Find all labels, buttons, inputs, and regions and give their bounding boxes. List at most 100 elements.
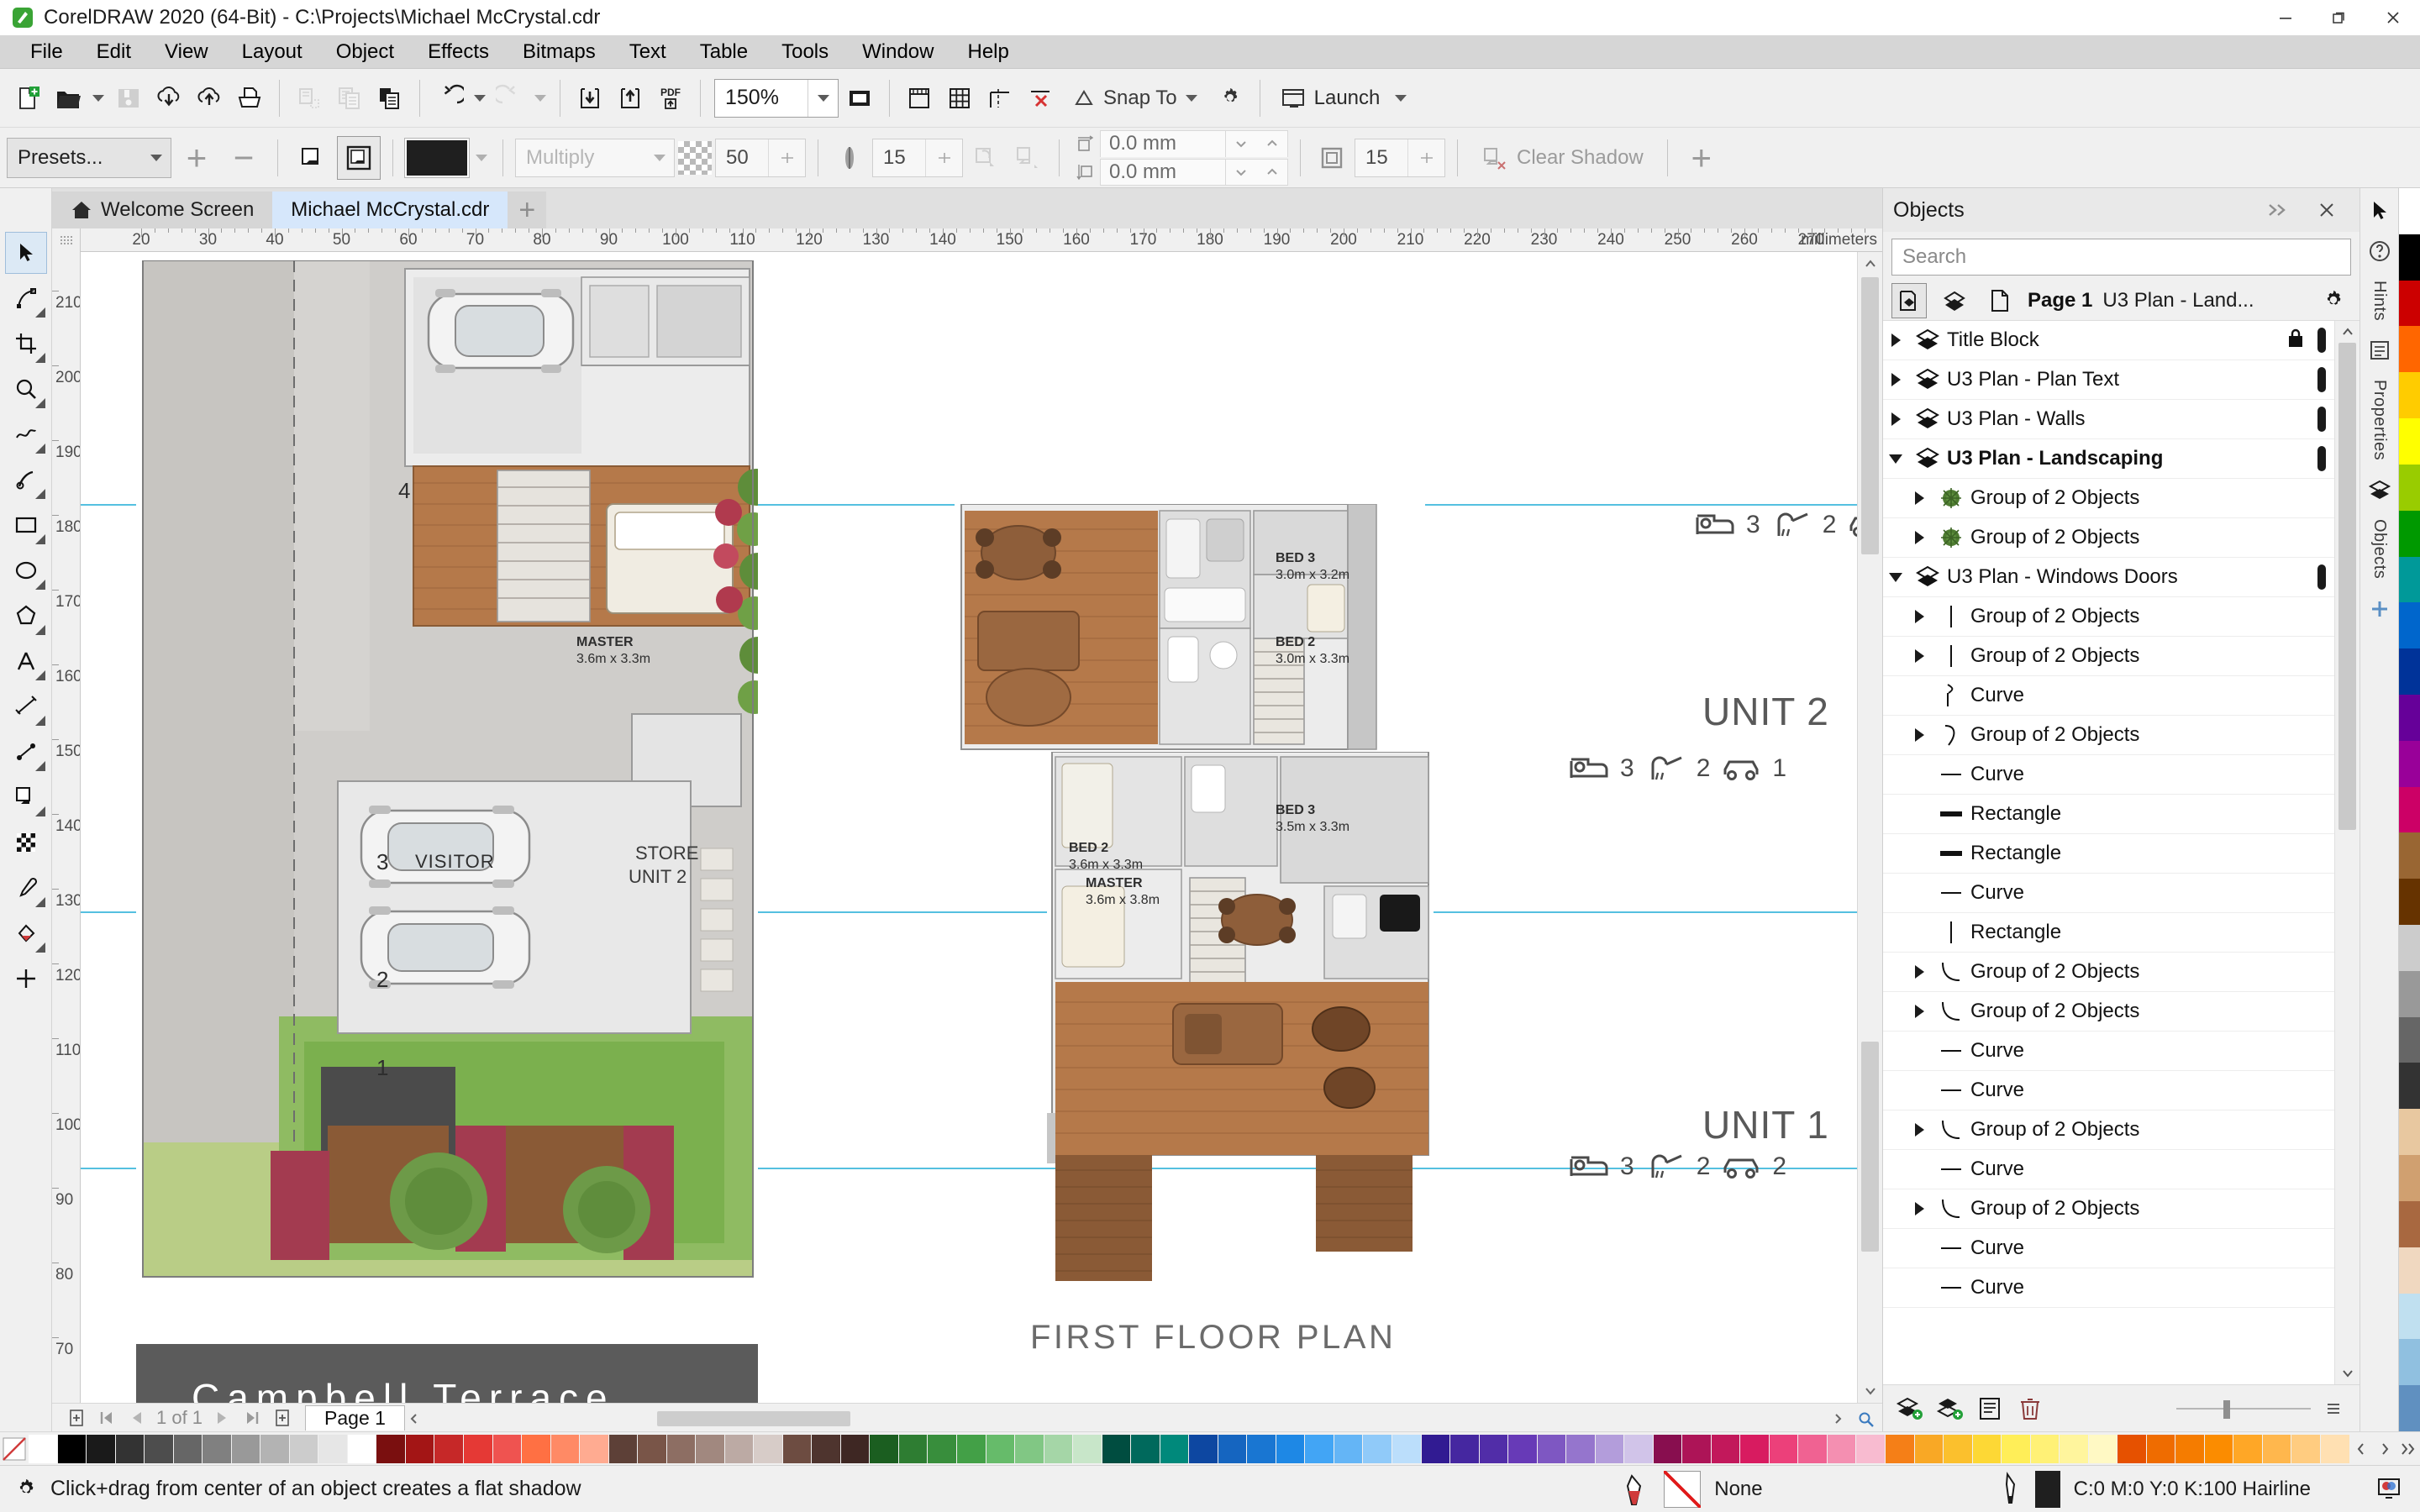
cut-button[interactable] xyxy=(290,76,329,120)
minimize-button[interactable] xyxy=(2259,0,2312,35)
tree-expander-closed[interactable] xyxy=(1907,1123,1932,1137)
palette-color-swatch[interactable] xyxy=(1044,1434,1074,1463)
redo-history-dropdown[interactable] xyxy=(531,76,550,120)
objects-tree-row[interactable]: Curve xyxy=(1883,1071,2334,1110)
palette-color-swatch[interactable] xyxy=(1566,1434,1596,1463)
palette-color-swatch[interactable] xyxy=(1711,1434,1741,1463)
undo-history-dropdown[interactable] xyxy=(471,76,489,120)
shadow-opacity-spinner[interactable] xyxy=(768,139,805,176)
shadow-offset-y-spinner[interactable] xyxy=(1226,158,1288,186)
objects-tree-row[interactable]: Curve xyxy=(1883,1032,2334,1071)
zoom-to-fit-button[interactable] xyxy=(1855,1410,1877,1430)
ruler-origin-button[interactable] xyxy=(52,228,81,252)
shadow-offset-x-spinner[interactable] xyxy=(1226,129,1288,157)
objects-tree-row[interactable]: Curve xyxy=(1883,676,2334,716)
rectangle-tool[interactable] xyxy=(5,504,47,546)
palette-color-swatch[interactable] xyxy=(1131,1434,1160,1463)
vertical-palette-color-swatch[interactable] xyxy=(2399,510,2420,557)
tree-expander-closed[interactable] xyxy=(1907,1005,1932,1018)
tab-michael-mccrystal[interactable]: Michael McCrystal.cdr xyxy=(272,192,508,228)
merge-mode-combo[interactable]: Multiply xyxy=(515,138,675,177)
vertical-palette-color-swatch[interactable] xyxy=(2399,648,2420,695)
vertical-palette-color-swatch[interactable] xyxy=(2399,1155,2420,1201)
vertical-palette-color-swatch[interactable] xyxy=(2399,694,2420,741)
tree-scroll-down-button[interactable] xyxy=(2335,1362,2360,1384)
palette-color-swatch[interactable] xyxy=(434,1434,464,1463)
palette-color-swatch[interactable] xyxy=(1363,1434,1392,1463)
vertical-color-palette[interactable] xyxy=(2398,188,2420,1431)
canvas-horizontal-scrollbar[interactable] xyxy=(405,1408,1882,1428)
vertical-palette-color-swatch[interactable] xyxy=(2399,740,2420,787)
objects-tree-row[interactable]: Curve xyxy=(1883,1229,2334,1268)
chevron-right-icon[interactable] xyxy=(1914,649,1924,663)
full-screen-preview-button[interactable] xyxy=(840,76,879,120)
vertical-ruler[interactable]: 210 200 190 180 170 160 150 140 130 120 110 100 90 80… xyxy=(52,252,81,1403)
properties-icon[interactable] xyxy=(2364,334,2396,366)
tree-expander-closed[interactable] xyxy=(1907,649,1932,663)
paste-button[interactable] xyxy=(371,76,409,120)
docker-options-button[interactable] xyxy=(2316,1391,2351,1426)
palette-color-swatch[interactable] xyxy=(724,1434,755,1463)
vertical-palette-color-swatch[interactable] xyxy=(2399,280,2420,327)
objects-tree-row[interactable]: U3 Plan - Landscaping xyxy=(1883,439,2334,479)
last-page-button[interactable] xyxy=(241,1407,263,1429)
add-docker-icon[interactable] xyxy=(2364,593,2396,625)
palette-color-swatch[interactable] xyxy=(145,1434,174,1463)
new-document-tab-button[interactable]: + xyxy=(508,192,547,228)
shadow-feather-spinner[interactable] xyxy=(925,139,962,176)
delete-layer-button[interactable] xyxy=(2012,1391,2048,1426)
view-grid-button[interactable] xyxy=(940,76,979,120)
palette-color-swatch[interactable] xyxy=(1421,1434,1451,1463)
layer-manager-icon[interactable] xyxy=(1937,283,1972,318)
palette-color-swatch[interactable] xyxy=(1740,1434,1770,1463)
palette-color-swatch[interactable] xyxy=(2030,1434,2060,1463)
shadow-color-swatch[interactable] xyxy=(404,137,470,178)
rectangle-tool-flyout-icon[interactable] xyxy=(34,534,45,544)
eyedropper-tool-flyout-icon[interactable] xyxy=(34,897,45,907)
unit2-floorplan-artwork[interactable] xyxy=(955,504,1425,756)
vertical-palette-color-swatch[interactable] xyxy=(2399,234,2420,281)
objects-tree-row[interactable]: Curve xyxy=(1883,874,2334,913)
ellipse-tool-flyout-icon[interactable] xyxy=(34,580,45,590)
next-page-button[interactable] xyxy=(211,1407,233,1429)
tree-expander-closed[interactable] xyxy=(1907,1202,1932,1215)
restore-button[interactable] xyxy=(2312,0,2366,35)
palette-color-swatch[interactable] xyxy=(1944,1434,1973,1463)
zoom-tool-flyout-icon[interactable] xyxy=(34,398,45,408)
clear-guidelines-button[interactable] xyxy=(1021,76,1060,120)
palette-color-swatch[interactable] xyxy=(203,1434,232,1463)
vertical-palette-color-swatch[interactable] xyxy=(2399,464,2420,511)
palette-color-swatch[interactable] xyxy=(2002,1434,2031,1463)
palette-color-swatch[interactable] xyxy=(1276,1434,1306,1463)
menu-edit[interactable]: Edit xyxy=(80,37,148,67)
objects-tree-row[interactable]: Group of 2 Objects xyxy=(1883,637,2334,676)
palette-color-swatch[interactable] xyxy=(2146,1434,2176,1463)
tree-expander-closed[interactable] xyxy=(1907,531,1932,544)
chevron-right-icon[interactable] xyxy=(1914,491,1924,505)
vertical-palette-color-swatch[interactable] xyxy=(2399,925,2420,971)
palette-color-swatch[interactable] xyxy=(638,1434,667,1463)
text-tool-flyout-icon[interactable] xyxy=(34,670,45,680)
palette-color-swatch[interactable] xyxy=(1160,1434,1190,1463)
zoom-level-input[interactable] xyxy=(715,79,808,117)
chevron-right-icon[interactable] xyxy=(1891,412,1901,426)
options-button[interactable] xyxy=(1211,76,1249,120)
chevron-right-icon[interactable] xyxy=(1914,1202,1924,1215)
objects-tree-row[interactable]: U3 Plan - Windows Doors xyxy=(1883,558,2334,597)
palette-color-swatch[interactable] xyxy=(2262,1434,2292,1463)
menu-table[interactable]: Table xyxy=(683,37,765,67)
layer-visibility-indicator[interactable] xyxy=(2317,446,2326,471)
palette-color-swatch[interactable] xyxy=(463,1434,493,1463)
objects-tree-row[interactable]: Group of 2 Objects xyxy=(1883,1110,2334,1150)
palette-color-swatch[interactable] xyxy=(405,1434,435,1463)
palette-color-swatch[interactable] xyxy=(1537,1434,1567,1463)
artistic-media-flyout-icon[interactable] xyxy=(34,489,45,499)
slider-knob[interactable] xyxy=(2223,1399,2230,1419)
launch-button[interactable]: Launch xyxy=(1270,76,1391,120)
layer-visibility-indicator[interactable] xyxy=(2317,328,2326,353)
lock-icon[interactable] xyxy=(2286,327,2306,354)
transparency-tool[interactable] xyxy=(5,822,47,864)
first-page-button[interactable] xyxy=(96,1407,118,1429)
palette-color-swatch[interactable] xyxy=(1102,1434,1132,1463)
menu-effects[interactable]: Effects xyxy=(411,37,506,67)
